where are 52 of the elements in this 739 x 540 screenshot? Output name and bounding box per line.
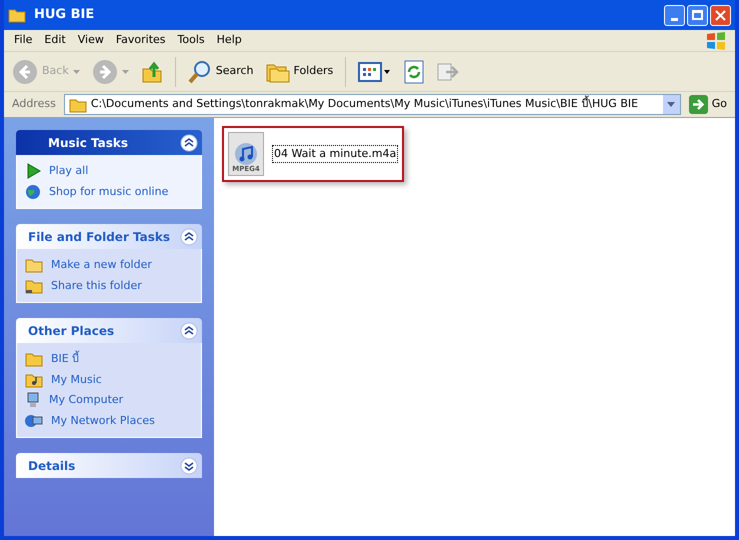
task-link[interactable]: Play all (49, 163, 88, 180)
panel-header[interactable]: Music Tasks (16, 130, 202, 155)
folder-icon (68, 96, 87, 112)
file-name[interactable]: 04 Wait a minute.m4a (272, 144, 398, 164)
task-link[interactable]: Shop for music online (49, 184, 168, 200)
caret-icon (122, 70, 129, 74)
menu-item[interactable]: Favorites (110, 32, 172, 49)
sync-icon (404, 60, 424, 84)
shared-folder-icon (25, 278, 43, 294)
search-button[interactable]: Search (184, 56, 258, 88)
caret-icon (72, 70, 80, 74)
task-link[interactable]: BIE บี้ (51, 351, 80, 368)
menu-item[interactable]: Edit (38, 32, 72, 49)
task-link[interactable]: My Computer (49, 392, 124, 408)
close-icon (715, 10, 726, 20)
collapse-icon[interactable] (180, 228, 198, 246)
task-link[interactable]: Make a new folder (51, 257, 152, 274)
folder-icon (25, 351, 43, 368)
close-button[interactable] (710, 4, 731, 26)
up-folder-icon (140, 60, 163, 82)
folder-icon (8, 7, 26, 23)
task-link[interactable]: My Network Places (51, 412, 155, 429)
address-field[interactable]: C:\Documents and Settings\tonrakmak\My Documents\My Music\iTunes\iTunes Music\BIE บี้\HUG BIE (64, 94, 681, 115)
panel-header[interactable]: File and Folder Tasks (16, 224, 202, 249)
menu-item[interactable]: View (72, 32, 110, 49)
computer-icon (25, 392, 41, 408)
views-icon (358, 60, 392, 82)
expand-icon[interactable] (180, 456, 198, 474)
panel-header[interactable]: Other Places (16, 318, 202, 343)
collapse-icon[interactable] (180, 322, 198, 340)
network-icon (25, 412, 43, 429)
task-link[interactable]: My Music (51, 372, 102, 388)
minimize-button[interactable] (664, 4, 685, 26)
maximize-button[interactable] (687, 4, 708, 26)
menu-item[interactable]: Tools (172, 32, 211, 49)
address-label: Address (11, 96, 57, 112)
folder-icon (25, 257, 43, 274)
globe-icon (25, 184, 41, 200)
play-icon (25, 163, 41, 180)
search-icon (188, 60, 212, 84)
music-folder-icon (25, 372, 43, 388)
go-button[interactable]: Go (684, 95, 731, 114)
windows-logo-icon (705, 30, 727, 50)
folders-button[interactable]: Folders (262, 56, 338, 88)
menu-item[interactable]: File (8, 32, 38, 49)
collapse-icon[interactable] (180, 134, 198, 152)
panel-header[interactable]: Details (16, 453, 202, 478)
menu-item[interactable]: Help (210, 32, 248, 49)
caret-icon (667, 102, 676, 107)
dropdown-button[interactable] (662, 95, 680, 114)
task-link[interactable]: Share this folder (51, 278, 142, 294)
window-title: HUG BIE (34, 6, 94, 24)
